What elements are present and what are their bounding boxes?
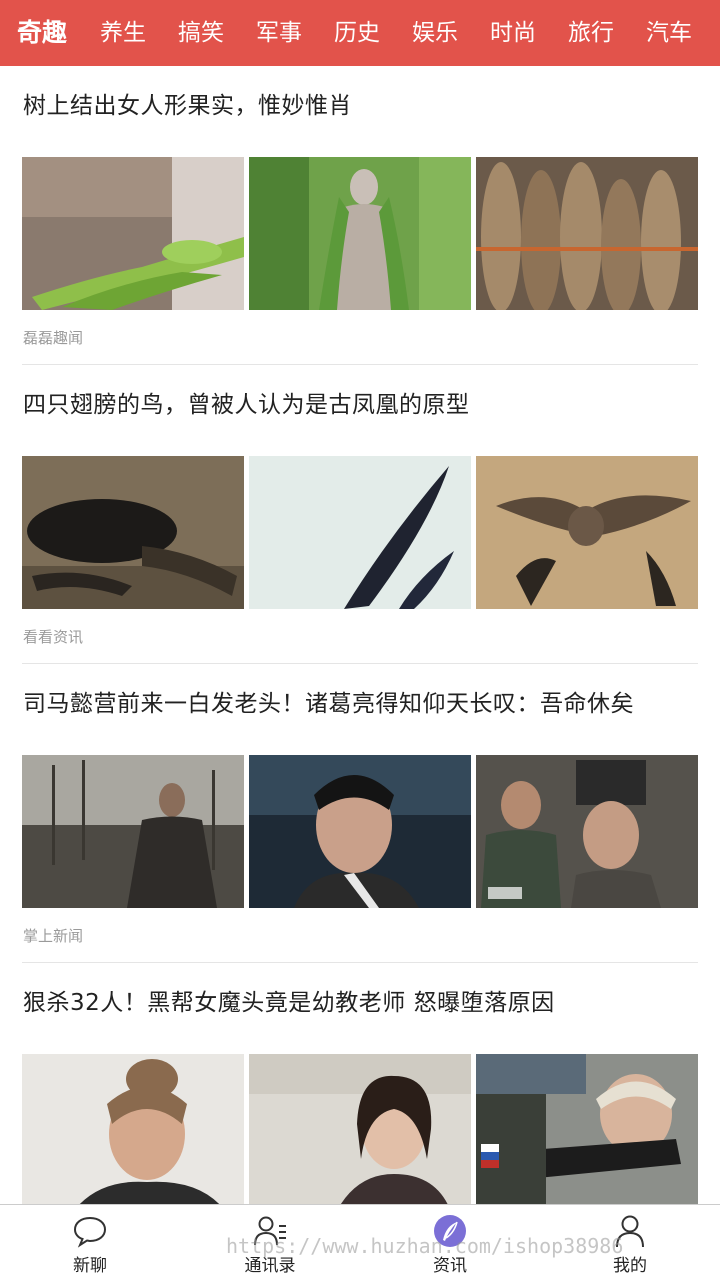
chat-bubble-icon bbox=[73, 1216, 107, 1248]
thumbnail-image[interactable] bbox=[476, 157, 698, 310]
tab-qiqu[interactable]: 奇趣 bbox=[0, 0, 84, 66]
nav-xinliao[interactable]: 新聊 bbox=[0, 1205, 180, 1280]
thumbnail-image[interactable] bbox=[476, 1054, 698, 1204]
tab-qiche[interactable]: 汽车 bbox=[630, 0, 708, 66]
tab-lvxing[interactable]: 旅行 bbox=[552, 0, 630, 66]
tab-gaoxiao[interactable]: 搞笑 bbox=[162, 0, 240, 66]
thumbnail-image[interactable] bbox=[249, 1054, 471, 1204]
news-thumbnails bbox=[22, 1054, 698, 1204]
thumbnail-image[interactable] bbox=[22, 755, 244, 908]
news-item[interactable]: 狠杀32人！黑帮女魔头竟是幼教老师 怒曝堕落原因 bbox=[22, 963, 698, 1204]
nav-label: 资讯 bbox=[433, 1256, 467, 1276]
bottom-nav: 新聊 通讯录 资讯 我的 bbox=[0, 1204, 720, 1280]
nav-label: 通讯录 bbox=[244, 1256, 296, 1276]
news-source: 磊磊趣闻 bbox=[23, 329, 84, 347]
news-feed: 树上结出女人形果实，惟妙惟肖 磊磊趣闻 四只翅膀的鸟，曾被人认为是古凤凰的原型 … bbox=[0, 66, 720, 1204]
tab-junshi[interactable]: 军事 bbox=[240, 0, 318, 66]
nav-wode[interactable]: 我的 bbox=[540, 1205, 720, 1280]
thumbnail-image[interactable] bbox=[476, 755, 698, 908]
news-source: 看看资讯 bbox=[23, 628, 84, 646]
thumbnail-image[interactable] bbox=[249, 755, 471, 908]
tab-yule[interactable]: 娱乐 bbox=[396, 0, 474, 66]
news-source: 掌上新闻 bbox=[23, 927, 84, 945]
compass-feather-icon bbox=[434, 1215, 466, 1247]
tab-yangsheng[interactable]: 养生 bbox=[84, 0, 162, 66]
news-thumbnails bbox=[22, 755, 698, 908]
tab-lishi[interactable]: 历史 bbox=[318, 0, 396, 66]
thumbnail-image[interactable] bbox=[22, 157, 244, 310]
thumbnail-image[interactable] bbox=[22, 1054, 244, 1204]
news-item[interactable]: 树上结出女人形果实，惟妙惟肖 磊磊趣闻 bbox=[22, 66, 698, 365]
news-thumbnails bbox=[22, 157, 698, 310]
news-item[interactable]: 四只翅膀的鸟，曾被人认为是古凤凰的原型 看看资讯 bbox=[22, 365, 698, 664]
thumbnail-image[interactable] bbox=[249, 456, 471, 609]
nav-zixun[interactable]: 资讯 bbox=[360, 1205, 540, 1280]
nav-label: 新聊 bbox=[73, 1256, 107, 1276]
contacts-icon bbox=[254, 1216, 286, 1246]
news-title[interactable]: 狠杀32人！黑帮女魔头竟是幼教老师 怒曝堕落原因 bbox=[23, 983, 555, 1017]
thumbnail-image[interactable] bbox=[22, 456, 244, 609]
nav-tongxunlu[interactable]: 通讯录 bbox=[180, 1205, 360, 1280]
tab-shishang[interactable]: 时尚 bbox=[474, 0, 552, 66]
news-title[interactable]: 司马懿营前来一白发老头！诸葛亮得知仰天长叹：吾命休矣 bbox=[23, 684, 634, 718]
news-title[interactable]: 树上结出女人形果实，惟妙惟肖 bbox=[23, 86, 352, 120]
news-title[interactable]: 四只翅膀的鸟，曾被人认为是古凤凰的原型 bbox=[23, 385, 470, 419]
person-icon bbox=[616, 1215, 644, 1248]
nav-label: 我的 bbox=[613, 1256, 647, 1276]
thumbnail-image[interactable] bbox=[476, 456, 698, 609]
news-thumbnails bbox=[22, 456, 698, 609]
news-item[interactable]: 司马懿营前来一白发老头！诸葛亮得知仰天长叹：吾命休矣 掌上新闻 bbox=[22, 664, 698, 963]
thumbnail-image[interactable] bbox=[249, 157, 471, 310]
category-tab-bar: 奇趣 养生 搞笑 军事 历史 娱乐 时尚 旅行 汽车 bbox=[0, 0, 720, 66]
